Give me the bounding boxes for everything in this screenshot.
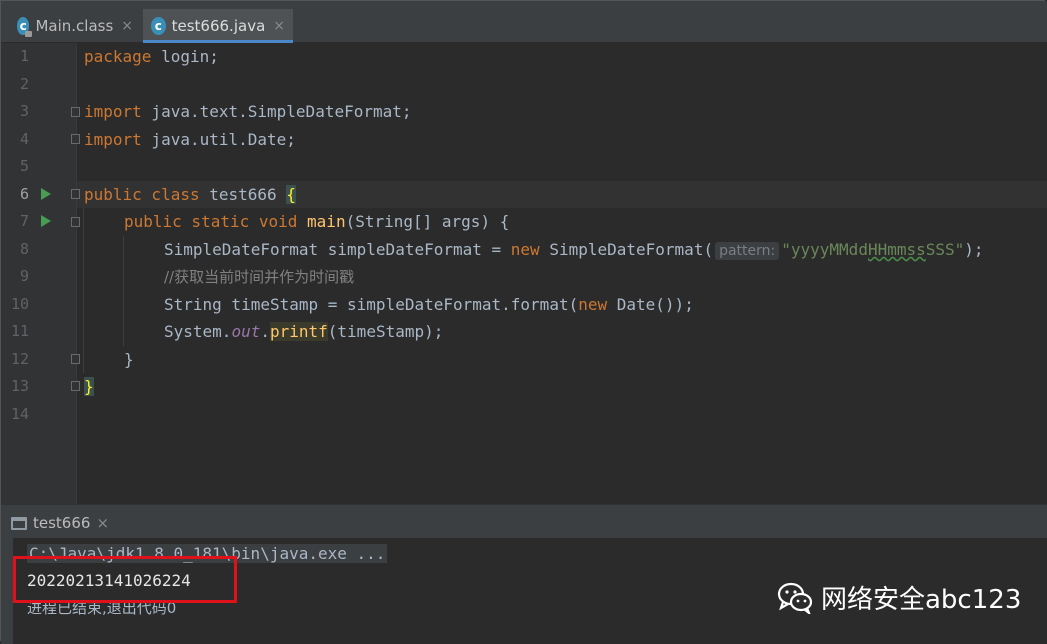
- line-number: 12: [10, 350, 29, 368]
- wechat-icon: [777, 582, 813, 614]
- code-line-11: System.out.printf(timeStamp);: [164, 322, 444, 341]
- tab-main-class[interactable]: c Main.class ×: [9, 9, 141, 43]
- java-class-icon: c: [151, 17, 166, 35]
- line-number: 9: [19, 267, 29, 285]
- close-icon[interactable]: ×: [121, 18, 133, 34]
- line-number: 6: [19, 185, 29, 203]
- fold-icon[interactable]: [71, 354, 80, 364]
- code-line-10: String timeStamp = simpleDateFormat.form…: [164, 295, 694, 314]
- run-panel-header: test666 ×: [1, 504, 1047, 538]
- run-class-icon[interactable]: [41, 188, 51, 200]
- run-main-icon[interactable]: [41, 215, 51, 227]
- code-line-13: }: [84, 377, 94, 396]
- tab-test666-java[interactable]: c test666.java ×: [143, 9, 293, 43]
- fold-icon[interactable]: [71, 189, 80, 199]
- tab-label: test666.java: [171, 17, 266, 35]
- close-icon[interactable]: ×: [273, 18, 285, 34]
- code-line-12: }: [124, 350, 134, 369]
- code-editor[interactable]: 1 2 3 4 5 6 7 8 9 10 11 12 13 14 package…: [1, 43, 1047, 504]
- run-toolbar: [1, 538, 13, 644]
- code-line-8: SimpleDateFormat simpleDateFormat = new …: [164, 240, 984, 260]
- line-number: 3: [19, 102, 29, 120]
- line-number: 2: [19, 75, 29, 93]
- line-number: 4: [19, 130, 29, 148]
- line-number: 11: [10, 322, 29, 340]
- run-tab-label: test666: [33, 514, 91, 532]
- line-number: 5: [19, 157, 29, 175]
- highlight-annotation-box: [13, 556, 237, 603]
- watermark: 网络安全abc123: [777, 579, 1021, 616]
- line-number: 14: [10, 405, 29, 423]
- line-number: 1: [19, 47, 29, 65]
- close-icon[interactable]: ×: [96, 514, 109, 532]
- code-line-4: import java.util.Date;: [84, 130, 296, 149]
- line-number: 13: [10, 377, 29, 395]
- code-line-1: package login;: [84, 47, 219, 66]
- editor-tab-bar: c Main.class × c test666.java ×: [1, 1, 1047, 43]
- fold-icon[interactable]: [71, 134, 80, 144]
- console-icon: [11, 516, 27, 530]
- line-number: 8: [19, 240, 29, 258]
- line-number: 7: [19, 212, 29, 230]
- code-line-6: public class test666 {: [84, 185, 296, 204]
- parameter-hint: pattern:: [715, 242, 780, 260]
- code-line-7: public static void main(String[] args) {: [124, 212, 510, 231]
- code-line-3: import java.text.SimpleDateFormat;: [84, 102, 412, 121]
- watermark-text: 网络安全abc123: [821, 585, 1022, 615]
- fold-icon[interactable]: [71, 107, 80, 117]
- ide-window: c Main.class × c test666.java × 1 2 3 4 …: [0, 0, 1047, 644]
- run-tab-test666[interactable]: test666 ×: [5, 507, 115, 539]
- tab-label: Main.class: [35, 17, 114, 35]
- fold-icon[interactable]: [71, 381, 80, 391]
- fold-icon[interactable]: [71, 217, 80, 227]
- code-line-9: //获取当前时间并作为时间戳: [164, 268, 355, 286]
- class-file-icon: c: [17, 17, 34, 37]
- line-number: 10: [10, 295, 29, 313]
